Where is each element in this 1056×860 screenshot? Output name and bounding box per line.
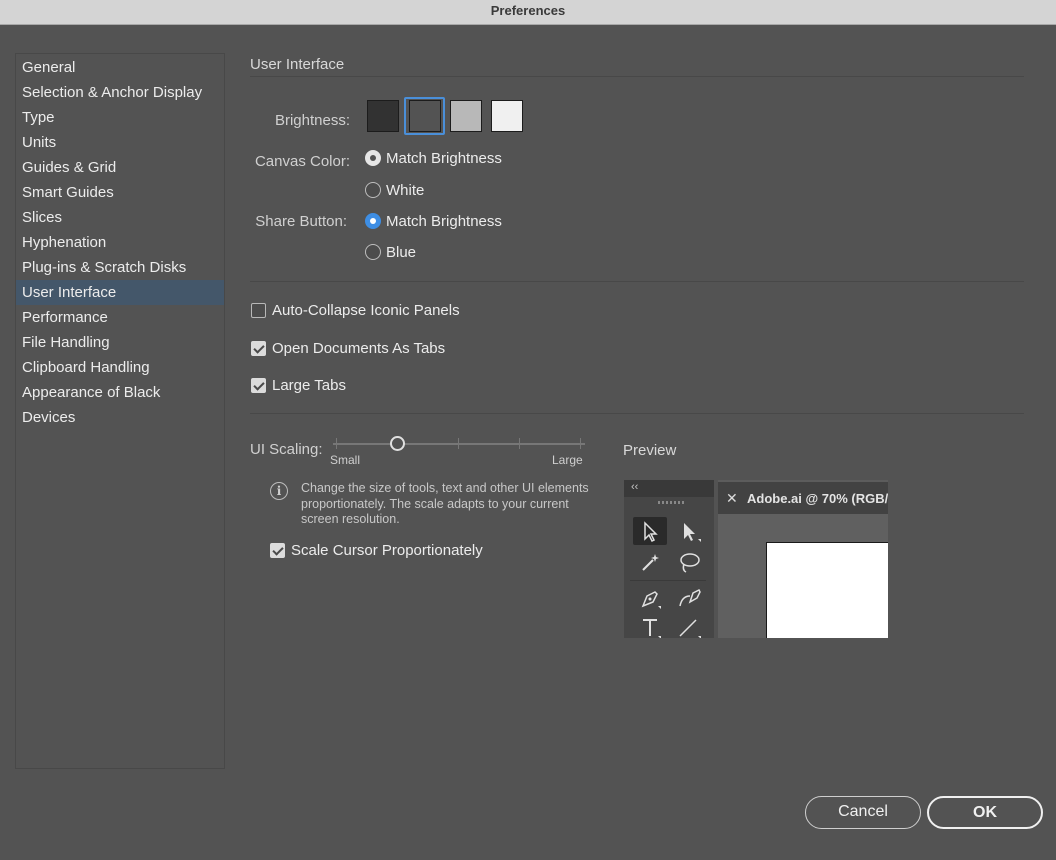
- sidebar-item-type[interactable]: Type: [16, 105, 224, 130]
- ui-scaling-tick: [336, 438, 337, 449]
- artboard: [766, 542, 888, 638]
- sidebar-item-file-handling[interactable]: File Handling: [16, 330, 224, 355]
- brightness-swatch-medium-light[interactable]: [450, 100, 482, 132]
- sidebar-item-guides-grid[interactable]: Guides & Grid: [16, 155, 224, 180]
- curvature-tool-icon: [672, 584, 706, 612]
- ui-scaling-info-text: Change the size of tools, text and other…: [301, 481, 589, 526]
- window-title: Preferences: [0, 0, 1056, 25]
- sidebar-item-clipboard-handling[interactable]: Clipboard Handling: [16, 355, 224, 380]
- close-icon: ✕: [726, 490, 738, 506]
- brightness-swatch-light[interactable]: [491, 100, 523, 132]
- sidebar-item-user-interface[interactable]: User Interface: [16, 280, 224, 305]
- ui-scaling-tick: [458, 438, 459, 449]
- open-documents-as-tabs-label[interactable]: Open Documents As Tabs: [272, 340, 445, 357]
- canvas-color-match-label[interactable]: Match Brightness: [386, 150, 502, 167]
- ui-scaling-tick: [580, 438, 581, 449]
- direct-selection-tool-icon: [672, 517, 706, 545]
- ui-scaling-max-label: Large: [552, 453, 583, 467]
- sidebar-item-devices[interactable]: Devices: [16, 405, 224, 430]
- pen-tool-icon: [633, 584, 667, 612]
- tools-panel: ‹‹: [624, 480, 714, 638]
- brightness-swatch-dark[interactable]: [367, 100, 399, 132]
- sidebar-item-slices[interactable]: Slices: [16, 205, 224, 230]
- panel-grip-icon: [658, 501, 686, 504]
- share-button-match-radio[interactable]: [365, 213, 381, 229]
- info-icon: i: [270, 482, 288, 500]
- section-divider: [250, 76, 1024, 77]
- section-title: User Interface: [250, 56, 345, 73]
- tool-separator: [630, 580, 706, 581]
- auto-collapse-checkbox[interactable]: [251, 303, 266, 318]
- canvas-color-white-label[interactable]: White: [386, 182, 424, 199]
- divider: [250, 413, 1024, 414]
- sidebar-item-hyphenation[interactable]: Hyphenation: [16, 230, 224, 255]
- share-button-label: Share Button:: [255, 213, 347, 230]
- sidebar-item-selection-anchor-display[interactable]: Selection & Anchor Display: [16, 80, 224, 105]
- share-button-match-label[interactable]: Match Brightness: [386, 213, 502, 230]
- preferences-sidebar: General Selection & Anchor Display Type …: [15, 53, 225, 769]
- canvas-color-match-radio[interactable]: [365, 150, 381, 166]
- selection-tool-icon: [633, 517, 667, 545]
- large-tabs-checkbox[interactable]: [251, 378, 266, 393]
- sidebar-item-appearance-of-black[interactable]: Appearance of Black: [16, 380, 224, 405]
- cancel-button[interactable]: Cancel: [805, 796, 921, 829]
- open-documents-as-tabs-checkbox[interactable]: [251, 341, 266, 356]
- ui-scaling-tick: [519, 438, 520, 449]
- document-tab: ✕ Adobe.ai @ 70% (RGB/: [718, 480, 888, 514]
- brightness-swatch-medium-dark[interactable]: [409, 100, 441, 132]
- sidebar-item-units[interactable]: Units: [16, 130, 224, 155]
- magic-wand-tool-icon: [633, 548, 667, 576]
- auto-collapse-label[interactable]: Auto-Collapse Iconic Panels: [272, 302, 460, 319]
- ui-scaling-label: UI Scaling:: [250, 441, 323, 458]
- share-button-blue-label[interactable]: Blue: [386, 244, 416, 261]
- brightness-label: Brightness:: [274, 112, 350, 129]
- sidebar-item-general[interactable]: General: [16, 55, 224, 80]
- preview-image: ‹‹ ✕ Adobe.ai @ 70% (RGB/: [624, 480, 888, 638]
- large-tabs-label[interactable]: Large Tabs: [272, 377, 346, 394]
- collapse-chevron-icon: ‹‹: [624, 480, 714, 497]
- scale-cursor-checkbox[interactable]: [270, 543, 285, 558]
- sidebar-item-plugins-scratch-disks[interactable]: Plug-ins & Scratch Disks: [16, 255, 224, 280]
- preview-label: Preview: [623, 442, 677, 459]
- lasso-tool-icon: [672, 548, 706, 576]
- ui-scaling-slider-track[interactable]: [333, 443, 585, 445]
- document-tab-title: Adobe.ai @ 70% (RGB/: [747, 491, 888, 506]
- scale-cursor-label[interactable]: Scale Cursor Proportionately: [291, 542, 483, 559]
- ui-scaling-min-label: Small: [330, 453, 361, 467]
- ui-scaling-slider-thumb[interactable]: [390, 436, 405, 451]
- canvas-color-label: Canvas Color:: [254, 153, 350, 170]
- sidebar-item-smart-guides[interactable]: Smart Guides: [16, 180, 224, 205]
- divider: [250, 281, 1024, 282]
- canvas-color-white-radio[interactable]: [365, 182, 381, 198]
- share-button-blue-radio[interactable]: [365, 244, 381, 260]
- ok-button[interactable]: OK: [927, 796, 1043, 829]
- type-tool-icon: [633, 614, 667, 638]
- line-segment-tool-icon: [672, 614, 706, 638]
- canvas-area: [718, 514, 888, 638]
- sidebar-item-performance[interactable]: Performance: [16, 305, 224, 330]
